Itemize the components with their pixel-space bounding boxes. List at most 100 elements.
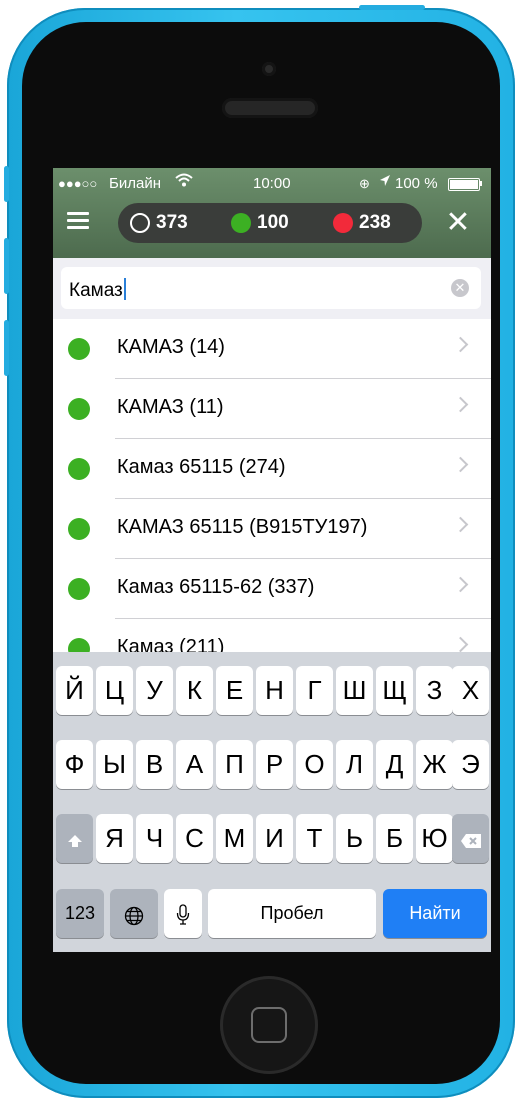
status-bar: ●●●○○ Билайн 10:00 ⊕ 100 %	[53, 168, 491, 198]
volume-up-button	[4, 238, 9, 294]
status-dot-icon	[68, 518, 90, 540]
shift-arrow-icon	[67, 835, 82, 847]
menu-icon[interactable]	[67, 212, 89, 230]
status-dot-icon	[68, 338, 90, 360]
home-square-icon	[251, 1007, 287, 1043]
key[interactable]: Р	[256, 740, 293, 789]
backspace-key[interactable]	[452, 814, 489, 863]
key[interactable]: С	[176, 814, 213, 863]
key[interactable]: О	[296, 740, 333, 789]
status-dot-icon	[68, 458, 90, 480]
signal-strength: ●●●○○	[58, 176, 98, 191]
chevron-right-icon	[452, 336, 469, 353]
key[interactable]: Н	[256, 666, 293, 715]
key[interactable]: Ж	[416, 740, 453, 789]
search-input[interactable]: Камаз ✕	[61, 267, 481, 309]
key[interactable]: Й	[56, 666, 93, 715]
front-camera	[262, 62, 276, 76]
key[interactable]: Г	[296, 666, 333, 715]
key[interactable]: З	[416, 666, 453, 715]
status-counters: 373 100 238	[118, 203, 422, 243]
counter-offline[interactable]: 373	[130, 203, 188, 243]
volume-down-button	[4, 320, 9, 376]
space-key[interactable]: Пробел	[208, 889, 376, 938]
item-label: Камаз 65115 (274)	[117, 456, 286, 478]
wifi-icon	[175, 173, 193, 191]
offline-circle-icon	[130, 213, 150, 233]
list-item[interactable]: Камаз (211)	[53, 619, 491, 652]
chevron-right-icon	[452, 516, 469, 533]
shift-key[interactable]	[56, 814, 93, 863]
key[interactable]: Э	[452, 740, 489, 789]
globe-icon	[124, 906, 144, 926]
counter-online-value: 100	[257, 212, 289, 233]
microphone-key[interactable]	[164, 889, 202, 938]
status-dot-icon	[68, 578, 90, 600]
key[interactable]: Х	[452, 666, 489, 715]
home-button[interactable]	[220, 976, 318, 1074]
key[interactable]: Я	[96, 814, 133, 863]
search-go-button[interactable]: Найти	[383, 889, 487, 938]
counter-alarm[interactable]: 238	[333, 203, 391, 243]
microphone-icon	[176, 904, 190, 925]
clock: 10:00	[253, 175, 291, 192]
chevron-right-icon	[452, 456, 469, 473]
key[interactable]: Б	[376, 814, 413, 863]
item-label: КАМАЗ (14)	[117, 336, 225, 358]
results-list: КАМАЗ (14) КАМАЗ (11) Камаз 65115 (274) …	[53, 319, 491, 652]
battery-icon	[448, 178, 480, 191]
orientation-lock-icon: ⊕	[359, 176, 370, 191]
key[interactable]: Щ	[376, 666, 413, 715]
key[interactable]: Ы	[96, 740, 133, 789]
key[interactable]: Ш	[336, 666, 373, 715]
key[interactable]: Ц	[96, 666, 133, 715]
key[interactable]: Ф	[56, 740, 93, 789]
key[interactable]: Д	[376, 740, 413, 789]
key[interactable]: У	[136, 666, 173, 715]
alarm-dot-icon	[333, 213, 353, 233]
battery-percent: 100 %	[395, 175, 438, 192]
text-cursor	[123, 278, 126, 300]
counter-online[interactable]: 100	[231, 203, 289, 243]
key[interactable]: А	[176, 740, 213, 789]
mute-switch	[4, 166, 9, 202]
key[interactable]: И	[256, 814, 293, 863]
clear-search-icon[interactable]: ✕	[451, 279, 469, 297]
status-dot-icon	[68, 398, 90, 420]
carrier-name: Билайн	[109, 175, 161, 192]
keyboard: Й Ц У К Е Н Г Ш Щ З Х Ф Ы В А П Р О Л Д …	[53, 652, 491, 952]
list-item[interactable]: КАМАЗ (14)	[53, 319, 491, 379]
counter-offline-value: 373	[156, 212, 188, 233]
key[interactable]: Е	[216, 666, 253, 715]
numbers-key[interactable]: 123	[56, 889, 104, 938]
key[interactable]: Т	[296, 814, 333, 863]
list-item[interactable]: КАМАЗ (11)	[53, 379, 491, 439]
chevron-right-icon	[452, 396, 469, 413]
key[interactable]: Ю	[416, 814, 453, 863]
status-dot-icon	[68, 638, 90, 652]
chevron-right-icon	[452, 576, 469, 593]
key[interactable]: М	[216, 814, 253, 863]
item-label: КАМАЗ 65115 (В915ТУ197)	[117, 516, 368, 538]
key[interactable]: Ь	[336, 814, 373, 863]
close-icon[interactable]: ✕	[445, 208, 471, 238]
list-item[interactable]: Камаз 65115 (274)	[53, 439, 491, 499]
location-arrow-icon	[379, 174, 391, 191]
key[interactable]: Ч	[136, 814, 173, 863]
list-item[interactable]: Камаз 65115-62 (337)	[53, 559, 491, 619]
key[interactable]: В	[136, 740, 173, 789]
search-value: Камаз	[69, 278, 126, 302]
search-bar: Камаз ✕	[53, 258, 491, 319]
map-header: ●●●○○ Билайн 10:00 ⊕ 100 % 373 100 238 ✕	[53, 168, 491, 258]
screen: ●●●○○ Билайн 10:00 ⊕ 100 % 373 100 238 ✕…	[53, 168, 491, 952]
key[interactable]: Л	[336, 740, 373, 789]
chevron-right-icon	[452, 636, 469, 652]
counter-alarm-value: 238	[359, 212, 391, 233]
power-button	[359, 5, 425, 10]
online-dot-icon	[231, 213, 251, 233]
key[interactable]: К	[176, 666, 213, 715]
earpiece-speaker	[222, 98, 318, 118]
list-item[interactable]: КАМАЗ 65115 (В915ТУ197)	[53, 499, 491, 559]
globe-key[interactable]	[110, 889, 158, 938]
key[interactable]: П	[216, 740, 253, 789]
